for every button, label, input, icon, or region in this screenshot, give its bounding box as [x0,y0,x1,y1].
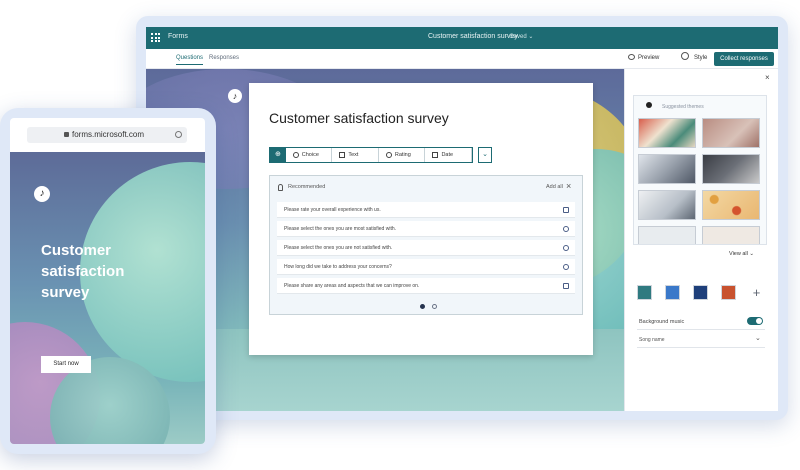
add-color-icon[interactable]: + [749,285,764,300]
choice-icon [563,226,569,232]
recommended-question-text: Please rate your overall experience with… [284,207,381,213]
pagination-dots [420,304,437,309]
theme-thumbnail[interactable] [638,226,696,244]
survey-card: Customer satisfaction survey ⊕ Choice Te… [249,83,593,355]
marketing-composite: Forms Customer satisfaction survey · Sav… [0,0,800,470]
text-icon [339,152,346,158]
phone-screen: forms.microsoft.com ♪ Customer satisfact… [10,118,205,444]
divider [637,347,765,348]
question-type-label: Date [441,152,454,158]
themes-hint: Suggested themes [662,104,704,110]
preview-eye-icon [628,54,635,60]
background-music-label: Background music [639,319,685,325]
theme-thumbnail[interactable] [702,154,760,184]
view-all-themes-button[interactable]: View all ⌄ [729,251,754,257]
recommended-question-text: Please share any areas and aspects that … [284,283,420,289]
recommended-questions-panel: Recommended Add all × Please rate your o… [269,175,583,315]
recommended-question-text: How long did we take to address your con… [284,264,392,270]
page-dot[interactable] [420,304,425,309]
tab-responses[interactable]: Responses [209,55,239,64]
color-swatch[interactable] [693,285,708,300]
survey-cover: ♪ Customer satisfaction survey Start now [10,152,205,444]
color-swatch[interactable] [665,285,680,300]
list-item[interactable]: Please select the ones you are most sati… [277,221,575,237]
app-name: Forms [168,33,188,40]
radio-icon [292,152,299,158]
theme-thumbnail[interactable] [702,118,760,148]
lightbulb-icon [278,184,283,191]
question-type-label: Text [348,152,359,158]
preview-button[interactable]: Preview [638,55,659,61]
theme-thumbnail[interactable] [638,154,696,184]
list-item[interactable]: Please share any areas and aspects that … [277,278,575,294]
question-type-rating[interactable]: Rating [379,148,426,162]
refresh-icon[interactable] [175,131,182,138]
music-note-icon[interactable]: ♪ [228,89,242,103]
sparkle-icon [646,102,652,108]
color-swatch[interactable] [721,285,736,300]
theme-thumbnail[interactable] [638,118,696,148]
divider [637,329,765,330]
close-icon[interactable]: × [765,73,770,82]
form-canvas: ♪ Customer satisfaction survey ⊕ Choice … [146,69,624,411]
lock-icon [64,132,69,137]
chevron-down-icon[interactable]: ⌄ [478,147,492,163]
tablet-device: Forms Customer satisfaction survey · Sav… [136,16,788,420]
browser-address-bar[interactable]: forms.microsoft.com [27,127,187,143]
music-track-select[interactable]: Song name [639,337,665,343]
recommended-question-text: Please select the ones you are most sati… [284,226,397,232]
app-launcher-icon[interactable] [151,33,160,42]
survey-cover-title: Customer satisfaction survey [41,242,125,301]
text-icon [563,283,569,289]
theme-thumbnail[interactable] [702,190,760,220]
music-note-icon[interactable]: ♪ [34,186,50,202]
start-now-button[interactable]: Start now [41,356,91,373]
phone-device: forms.microsoft.com ♪ Customer satisfact… [0,108,216,454]
color-swatches: + [637,285,764,300]
themes-gallery: Suggested themes [633,95,767,245]
forms-app-window: Forms Customer satisfaction survey · Sav… [146,27,778,411]
color-swatch[interactable] [637,285,652,300]
close-icon[interactable]: × [566,181,571,191]
date-icon [432,152,439,158]
list-item[interactable]: Please select the ones you are not satis… [277,240,575,256]
background-music-toggle[interactable] [747,317,763,325]
question-type-text[interactable]: Text [332,148,379,162]
recommended-label: Recommended [288,184,326,190]
add-question-icon[interactable]: ⊕ [270,148,286,162]
save-status[interactable]: · Saved ⌄ [506,33,533,40]
add-all-button[interactable]: Add all [546,184,563,190]
collect-responses-button[interactable]: Collect responses [714,52,774,66]
document-title[interactable]: Customer satisfaction survey [428,33,518,40]
list-item[interactable]: Please rate your overall experience with… [277,202,575,218]
tab-questions[interactable]: Questions [176,55,204,65]
question-type-date[interactable]: Date [425,148,473,162]
rating-icon [563,207,569,213]
theme-thumbnail[interactable] [638,190,696,220]
question-type-label: Rating [394,152,411,158]
command-bar: Questions Responses Preview Style Collec… [146,49,778,69]
recommended-question-text: Please select the ones you are not satis… [284,245,393,251]
style-pane: × Suggested themes View all ⌄ + Backgrou… [624,69,778,411]
question-type-picker: ⊕ Choice Text Rating Date ⌄ [269,147,492,163]
style-button[interactable]: Style [694,55,707,61]
question-type-label: Choice [301,152,319,158]
palette-icon [681,52,689,60]
chevron-down-icon[interactable]: ⌄ [755,334,761,342]
app-title-bar: Forms Customer satisfaction survey · Sav… [146,27,778,49]
survey-title[interactable]: Customer satisfaction survey [269,110,449,126]
choice-icon [563,245,569,251]
list-item[interactable]: How long did we take to address your con… [277,259,575,275]
rating-icon [385,152,392,158]
page-dot[interactable] [432,304,437,309]
theme-thumbnail[interactable] [702,226,760,244]
question-type-choice[interactable]: Choice [286,148,333,162]
url-text: forms.microsoft.com [72,130,145,139]
choice-icon [563,264,569,270]
